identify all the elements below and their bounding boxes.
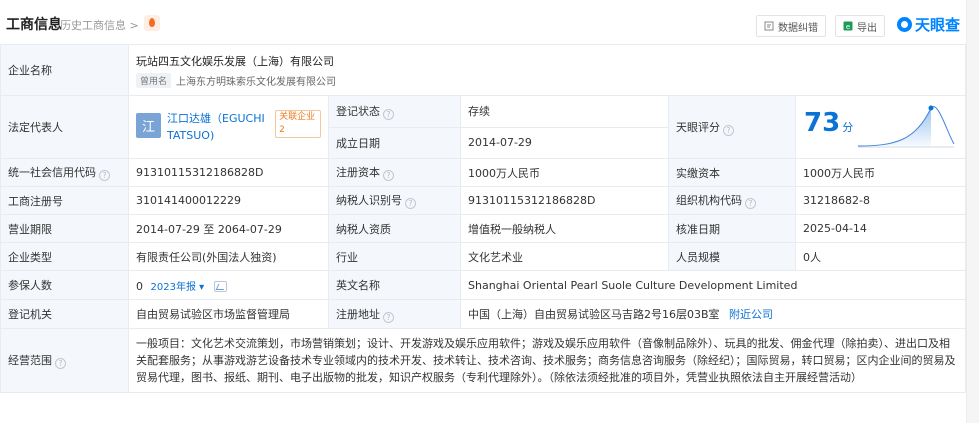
trend-chart-icon[interactable]	[213, 280, 227, 292]
data-correction-button[interactable]: 数据纠错	[756, 15, 826, 37]
former-name-value: 上海东方明珠索乐文化发展有限公司	[176, 76, 337, 88]
company-type-value: 有限责任公司(外国法人独资)	[128, 242, 329, 271]
credit-code-label: 统一社会信用代码?	[0, 158, 129, 187]
paid-capital-value: 1000万人民币	[794, 158, 967, 187]
score-label: 天眼评分?	[668, 95, 796, 159]
address-label: 注册地址?	[328, 299, 461, 329]
staff-size-label: 人员规模	[668, 242, 796, 271]
reg-capital-label: 注册资本?	[328, 158, 461, 187]
org-code-value: 31218682-8	[794, 186, 967, 215]
vertical-scrollbar[interactable]	[966, 0, 979, 423]
authority-label: 登记机关	[0, 299, 129, 329]
annual-report-dropdown[interactable]: 2023年报 ▾	[151, 282, 205, 293]
score-value: 73 分	[804, 108, 854, 138]
tax-id-value: 91310115312186828D	[460, 186, 669, 215]
section-header: 工商信息 历史工商信息 > 数据纠错 e 导出 天眼查	[0, 0, 965, 44]
logo-icon	[897, 17, 912, 32]
history-info-link[interactable]: 历史工商信息 >	[60, 17, 139, 33]
authority-value: 自由贸易试验区市场监督管理局	[128, 299, 329, 329]
export-button[interactable]: e 导出	[835, 15, 885, 37]
company-name[interactable]: 玩站四五文化娱乐发展（上海）有限公司	[136, 53, 958, 69]
help-icon[interactable]: ?	[745, 198, 756, 209]
term-value: 2014-07-29 至 2064-07-29	[128, 214, 329, 243]
nearby-companies-link[interactable]: 附近公司	[729, 308, 773, 321]
section-title: 工商信息	[6, 17, 62, 33]
help-icon[interactable]: ?	[383, 311, 394, 323]
former-name-tag: 曾用名	[136, 72, 172, 88]
credit-code-value: 91310115312186828D	[128, 158, 329, 187]
approval-date-label: 核准日期	[668, 214, 796, 243]
table-row: 统一社会信用代码? 91310115312186828D 注册资本? 1000万…	[0, 158, 967, 187]
table-row: 参保人数 0 2023年报 ▾ 英文名称 Shanghai Oriental P…	[0, 270, 967, 300]
table-row: 营业期限 2014-07-29 至 2064-07-29 纳税人资质 增值税一般…	[0, 214, 967, 243]
help-icon[interactable]: ?	[383, 108, 394, 120]
taxpayer-type-label: 纳税人资质	[328, 214, 461, 243]
address-value: 中国（上海）自由贸易试验区马吉路2号16层03B室	[468, 308, 720, 321]
help-icon[interactable]: ?	[405, 198, 416, 209]
approval-date-value: 2025-04-14	[794, 214, 967, 243]
org-code-label: 组织机构代码?	[668, 186, 796, 215]
staff-size-value: 0人	[794, 242, 967, 271]
reg-capital-value: 1000万人民币	[460, 158, 669, 187]
related-companies-badge[interactable]: 关联企业 2	[275, 110, 321, 138]
help-icon[interactable]: ?	[723, 124, 734, 136]
table-row: 经营范围? 一般项目：文化艺术交流策划，市场营销策划；设计、开发游戏及娱乐应用软…	[0, 328, 967, 393]
taxpayer-type-value: 增值税一般纳税人	[460, 214, 669, 243]
term-label: 营业期限	[0, 214, 129, 243]
export-icon: e	[843, 21, 853, 31]
status-label: 登记状态?	[328, 95, 461, 128]
tianyancha-logo: 天眼查	[897, 14, 960, 35]
score-cell[interactable]: 73 分	[794, 95, 967, 159]
insured-cell: 0 2023年报 ▾	[128, 270, 329, 300]
help-icon[interactable]: ?	[55, 358, 66, 369]
avatar[interactable]: 江	[136, 113, 161, 138]
former-name: 曾用名 上海东方明珠索乐文化发展有限公司	[136, 72, 958, 88]
legal-rep-label: 法定代表人	[0, 95, 129, 159]
insured-value: 0	[136, 279, 143, 293]
founded-label: 成立日期	[328, 126, 461, 159]
table-row: 登记机关 自由贸易试验区市场监督管理局 注册地址? 中国（上海）自由贸易试验区马…	[0, 299, 967, 329]
company-name-label: 企业名称	[0, 44, 129, 96]
status-value: 存续	[460, 95, 669, 128]
help-icon[interactable]: ?	[383, 170, 394, 181]
table-row: 企业名称 玩站四五文化娱乐发展（上海）有限公司 曾用名 上海东方明珠索乐文化发展…	[0, 44, 967, 96]
scope-label: 经营范围?	[0, 328, 129, 393]
table-row: 企业类型 有限责任公司(外国法人独资) 行业 文化艺术业 人员规模 0人	[0, 242, 967, 271]
reg-no-value: 310141400012229	[128, 186, 329, 215]
founded-value: 2014-07-29	[460, 126, 669, 159]
company-type-label: 企业类型	[0, 242, 129, 271]
help-icon[interactable]: ?	[99, 170, 110, 181]
paid-capital-label: 实缴资本	[668, 158, 796, 187]
svg-text:e: e	[846, 23, 850, 31]
legal-rep-name[interactable]: 江口达雄（EGUCHI TATSUO)	[167, 112, 265, 142]
score-curve-chart	[857, 105, 955, 148]
business-info-table: 企业名称 玩站四五文化娱乐发展（上海）有限公司 曾用名 上海东方明珠索乐文化发展…	[0, 44, 967, 393]
industry-value: 文化艺术业	[460, 242, 669, 271]
table-row: 法定代表人 江 江口达雄（EGUCHI TATSUO) 关联企业 2 登记状态?…	[0, 95, 967, 159]
address-cell: 中国（上海）自由贸易试验区马吉路2号16层03B室 附近公司	[459, 299, 967, 329]
english-name-value: Shanghai Oriental Pearl Suole Culture De…	[459, 270, 967, 300]
legal-rep-cell: 江 江口达雄（EGUCHI TATSUO) 关联企业 2	[128, 95, 329, 159]
company-name-cell: 玩站四五文化娱乐发展（上海）有限公司 曾用名 上海东方明珠索乐文化发展有限公司	[127, 44, 967, 96]
tax-id-label: 纳税人识别号?	[328, 186, 461, 215]
reg-no-label: 工商注册号	[0, 186, 129, 215]
correction-icon	[764, 21, 774, 31]
scope-value: 一般项目：文化艺术交流策划，市场营销策划；设计、开发游戏及娱乐应用软件；游戏及娱…	[127, 328, 967, 393]
industry-label: 行业	[328, 242, 461, 271]
english-name-label: 英文名称	[328, 270, 461, 300]
table-row: 工商注册号 310141400012229 纳税人识别号? 9131011531…	[0, 186, 967, 215]
hot-icon	[144, 15, 160, 31]
insured-label: 参保人数	[0, 270, 129, 300]
